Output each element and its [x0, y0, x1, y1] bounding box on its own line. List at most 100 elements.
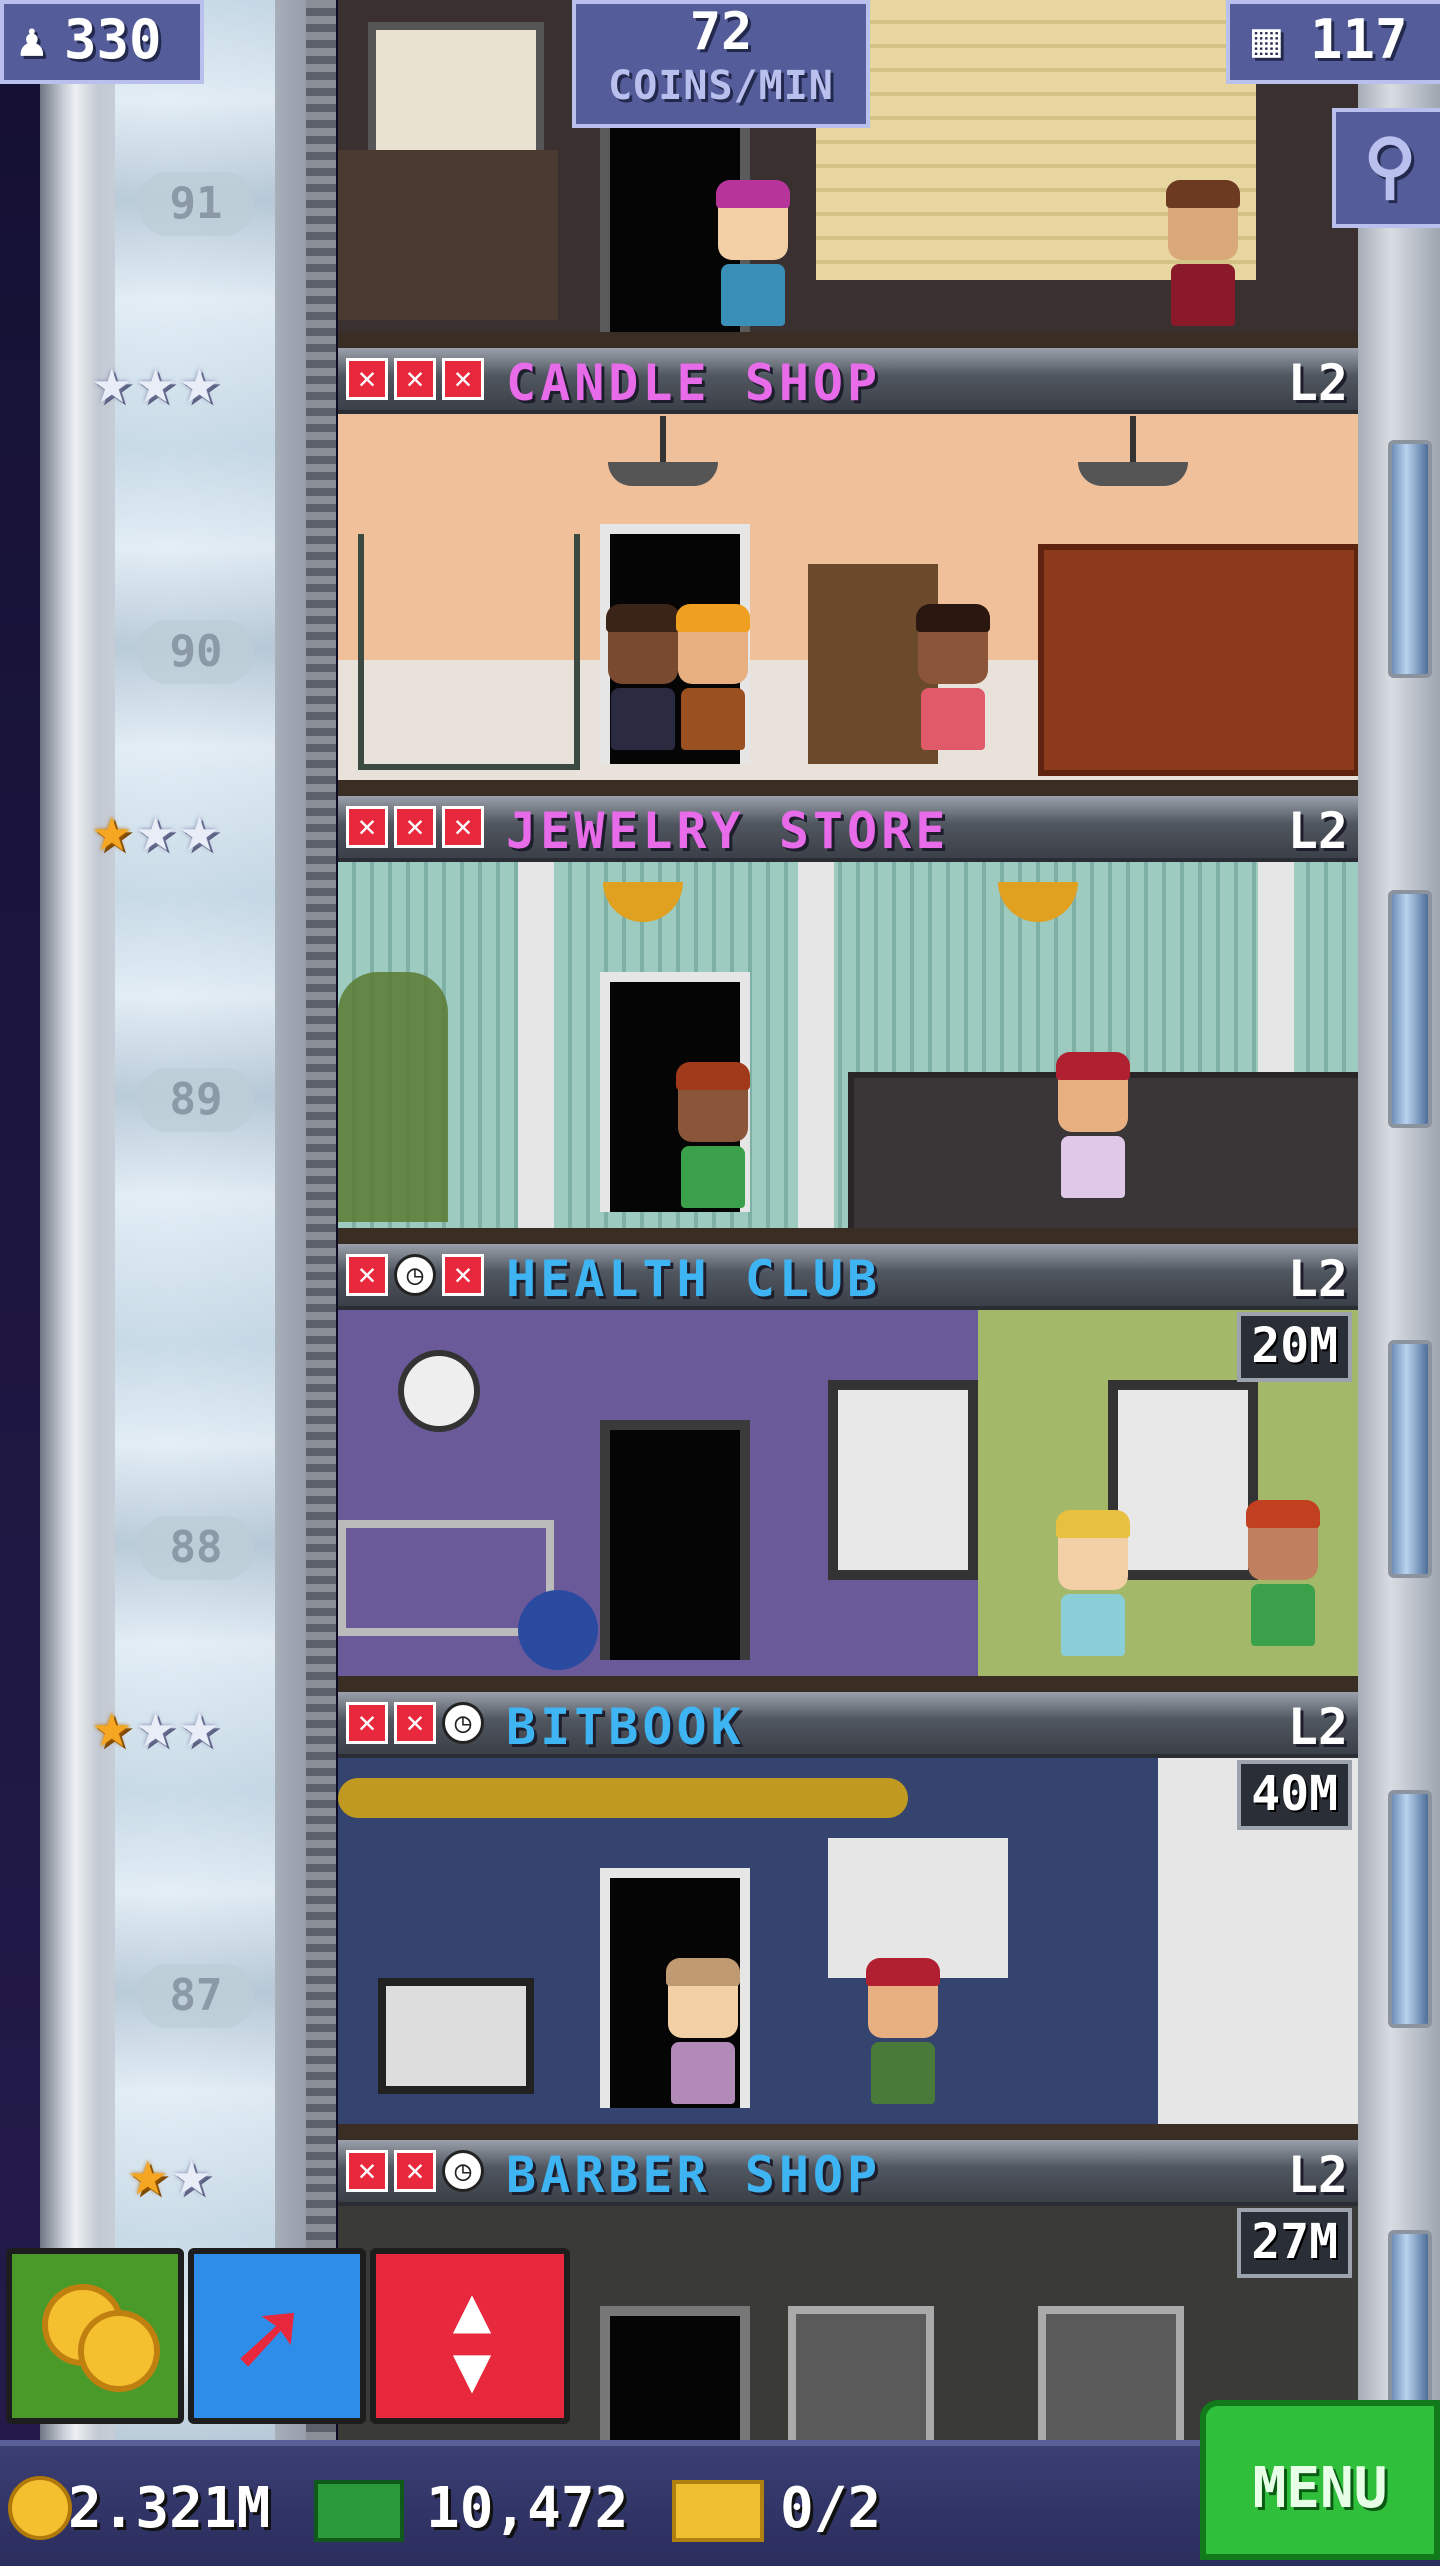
rocket-button[interactable]: ➚: [188, 2248, 366, 2424]
tower-window: [1388, 1340, 1432, 1578]
floor-level: L2: [1287, 1698, 1348, 1756]
floor-sill: [338, 332, 1358, 348]
elevator-rail: [306, 0, 336, 2450]
floor-name: BARBER SHOP: [506, 2146, 882, 2204]
zoom-icon: ⚲: [1363, 123, 1417, 207]
floor-name: JEWELRY STORE: [506, 802, 950, 860]
floor-level: L2: [1287, 2146, 1348, 2204]
population-counter[interactable]: ♟ 330: [0, 0, 204, 84]
tenant-person[interactable]: [1056, 1052, 1130, 1212]
star-icon: ★: [179, 342, 220, 419]
menu-button[interactable]: MENU: [1200, 2400, 1440, 2560]
stock-badges: ✕ ✕ ◷: [346, 1702, 484, 1744]
tenant-person[interactable]: [1056, 1510, 1130, 1670]
stock-badges: ✕ ✕ ✕: [346, 358, 484, 400]
floor-level: L2: [1287, 802, 1348, 860]
floor-name: BITBOOK: [506, 1698, 745, 1756]
star-icon: ★: [135, 1686, 176, 1763]
floor-sill: [338, 780, 1358, 796]
tenant-person[interactable]: [666, 1958, 740, 2118]
floor-sill: [338, 1676, 1358, 1692]
star-filled-icon: ★: [92, 790, 132, 867]
column: [798, 862, 834, 1242]
floor-banner: ✕ ✕ ◷ BITBOOK L2: [338, 1692, 1358, 1758]
ceiling-duct: [338, 1778, 908, 1818]
out-of-stock-icon: ✕: [346, 2150, 388, 2192]
barber-mirror: [788, 2306, 934, 2440]
coin-icon: [8, 2476, 72, 2540]
elevator-button-icon: ▲ ▼: [452, 2273, 492, 2407]
tenant-person[interactable]: [606, 604, 680, 764]
gym-window: [828, 1380, 978, 1580]
floor-banner: ✕ ✕ ◷ BARBER SHOP L2: [338, 2140, 1358, 2206]
out-of-stock-icon: ✕: [442, 1254, 484, 1296]
tower-window: [1388, 890, 1432, 1128]
star-filled-icon: ★: [128, 2134, 168, 2211]
floor-number-88: 88: [138, 1516, 254, 1580]
restock-timer: 20M: [1237, 1312, 1352, 1382]
floor-number-89: 89: [138, 1068, 254, 1132]
tenant-person[interactable]: [676, 1062, 750, 1222]
zoom-button[interactable]: ⚲: [1332, 108, 1440, 228]
out-of-stock-icon: ✕: [346, 358, 388, 400]
star-filled-icon: ★: [92, 1686, 132, 1763]
floor-number-91: 91: [138, 172, 254, 236]
floor-name: HEALTH CLUB: [506, 1250, 882, 1308]
tenant-person[interactable]: [1246, 1500, 1320, 1660]
bux-value: 10,472: [426, 2476, 629, 2541]
restocking-clock-icon: ◷: [442, 1702, 484, 1744]
bitbook-logo-sign: [828, 1838, 1008, 1978]
elevator-button[interactable]: ▲ ▼: [370, 2248, 570, 2424]
floors-icon: ▦: [1252, 12, 1281, 68]
floor-rating-stars: ★ ★ ★: [92, 348, 219, 414]
tower-right-wall: [1358, 0, 1440, 2450]
tower-window: [1388, 1790, 1432, 2028]
tenant-person[interactable]: [1166, 180, 1240, 340]
candle-shelf: [358, 534, 580, 770]
floor-banner: ✕ ✕ ✕ JEWELRY STORE L2: [338, 796, 1358, 862]
coins-rate-unit: COINS/MIN: [608, 63, 834, 109]
out-of-stock-icon: ✕: [394, 358, 436, 400]
star-icon: ★: [171, 2134, 212, 2211]
wall-poster: [368, 22, 544, 168]
tenant-person[interactable]: [866, 1958, 940, 2118]
floor-health-club[interactable]: ✕ ◷ ✕ HEALTH CLUB L2 20M: [338, 1244, 1358, 1692]
floor-name: CANDLE SHOP: [506, 354, 882, 412]
restock-timer: 27M: [1237, 2208, 1352, 2278]
ceiling-lamp: [608, 416, 718, 486]
coins-button[interactable]: [6, 2248, 184, 2424]
floor-candle-shop[interactable]: ✕ ✕ ✕ CANDLE SHOP L2: [338, 348, 1358, 796]
rocket-button-icon: ➚: [234, 2275, 301, 2403]
stock-badges: ✕ ✕ ✕: [346, 806, 484, 848]
tenant-person[interactable]: [716, 180, 790, 340]
floor-room: [338, 862, 1358, 1244]
floor-jewelry-store[interactable]: ✕ ✕ ✕ JEWELRY STORE L2: [338, 796, 1358, 1244]
room-door: [600, 2306, 750, 2440]
floor-sill: [338, 1228, 1358, 1244]
out-of-stock-icon: ✕: [394, 1702, 436, 1744]
floor-bitbook[interactable]: ✕ ✕ ◷ BITBOOK L2 40M: [338, 1692, 1358, 2140]
tickets-value: 0/2: [780, 2476, 882, 2541]
stock-badges: ✕ ✕ ◷: [346, 2150, 484, 2192]
population-value: 330: [64, 8, 162, 71]
out-of-stock-icon: ✕: [442, 358, 484, 400]
out-of-stock-icon: ✕: [346, 1702, 388, 1744]
floor-banner: ✕ ◷ ✕ HEALTH CLUB L2: [338, 1244, 1358, 1310]
chandelier: [603, 882, 683, 922]
star-icon: ★: [179, 1686, 220, 1763]
floor-banner: ✕ ✕ ✕ CANDLE SHOP L2: [338, 348, 1358, 414]
gym-window: [1108, 1380, 1258, 1580]
floor-count-counter[interactable]: ▦ 117: [1226, 0, 1440, 84]
ceiling-lamp: [1078, 416, 1188, 486]
out-of-stock-icon: ✕: [442, 806, 484, 848]
shoe-display: [338, 150, 558, 320]
floor-number-87: 87: [138, 1964, 254, 2028]
floor-count-value: 117: [1310, 8, 1408, 71]
construction-worker-person[interactable]: [676, 604, 750, 764]
out-of-stock-icon: ✕: [346, 806, 388, 848]
barber-mirror: [1038, 2306, 1184, 2440]
coins-value: 2.321M: [68, 2476, 271, 2541]
tenant-person[interactable]: [916, 604, 990, 764]
menu-label: MENU: [1252, 2456, 1388, 2521]
star-icon: ★: [92, 342, 132, 419]
